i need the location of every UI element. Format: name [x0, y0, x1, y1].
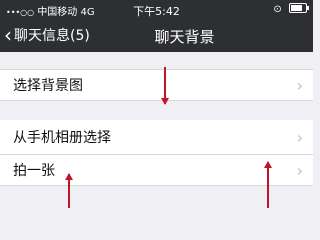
arrow-up-indicator-left-head	[65, 173, 73, 180]
screen: •••○○ 中国移动 4G 下午5:42 ⊙ ‹ 聊天信息(5) 聊天背景 选择…	[0, 0, 313, 208]
arrow-down-indicator-head	[161, 98, 169, 105]
arrow-up-indicator-right-head	[264, 161, 272, 168]
annotation-arrows	[65, 67, 272, 208]
